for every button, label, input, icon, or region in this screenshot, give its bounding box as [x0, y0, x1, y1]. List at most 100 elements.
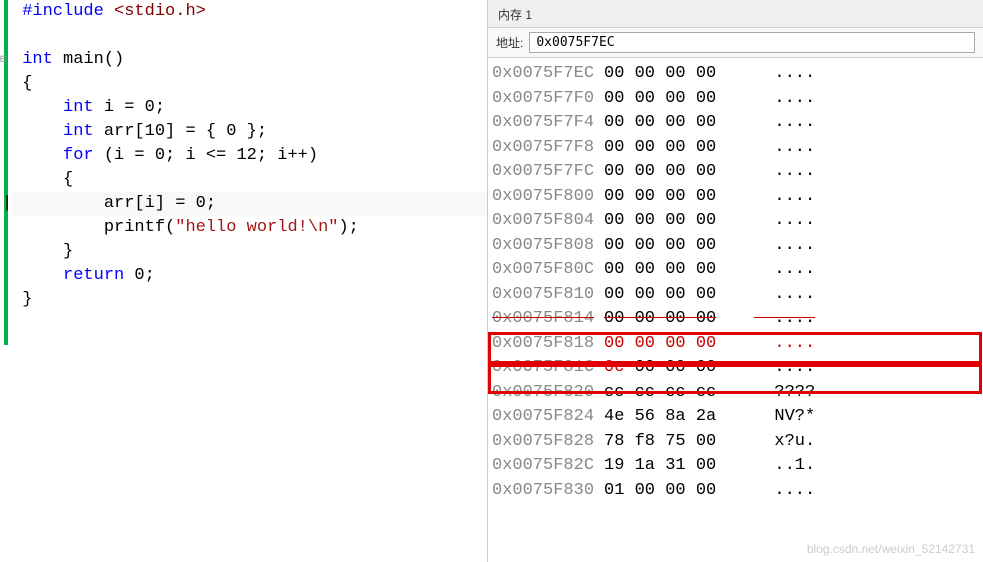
- memory-hex: 00 00 00 00: [604, 160, 754, 185]
- memory-row: 0x0075F814 00 00 00 00 ....: [492, 307, 983, 332]
- memory-row: 0x0075F804 00 00 00 00 ....: [492, 209, 983, 234]
- for-keyword: for: [63, 146, 94, 165]
- memory-address: 0x0075F7EC: [492, 62, 604, 87]
- memory-address: 0x0075F7F4: [492, 111, 604, 136]
- current-line: | arr[i] = 0;: [12, 192, 487, 216]
- memory-hex: 00 00 00 00: [604, 136, 754, 161]
- code-line: {: [12, 168, 487, 192]
- memory-hex: 00 00 00 00: [604, 185, 754, 210]
- memory-row: 0x0075F818 00 00 00 00 ....: [492, 332, 983, 357]
- memory-ascii: ....: [754, 62, 815, 87]
- memory-ascii: NV?*: [754, 405, 815, 430]
- memory-address: 0x0075F80C: [492, 258, 604, 283]
- memory-ascii: ????: [754, 381, 815, 406]
- memory-ascii: ....: [754, 136, 815, 161]
- memory-hex: 00 00 00 00: [604, 111, 754, 136]
- memory-row: 0x0075F82C 19 1a 31 00 ..1.: [492, 454, 983, 479]
- memory-ascii: x?u.: [754, 430, 815, 455]
- memory-hex: 19 1a 31 00: [604, 454, 754, 479]
- memory-ascii: ....: [754, 332, 815, 357]
- memory-address: 0x0075F81C: [492, 356, 604, 381]
- memory-row: 0x0075F80C 00 00 00 00 ....: [492, 258, 983, 283]
- type-keyword: int: [63, 98, 94, 117]
- caret-icon: |: [2, 192, 12, 216]
- memory-body[interactable]: 0x0075F7EC 00 00 00 00 ....0x0075F7F0 00…: [488, 58, 983, 503]
- include-header: <stdio.h>: [114, 2, 206, 21]
- memory-address: 0x0075F804: [492, 209, 604, 234]
- code-line: {: [12, 72, 487, 96]
- code-editor: #include <stdio.h> ⊟ int main() { int i …: [0, 0, 487, 562]
- memory-ascii: ....: [754, 209, 815, 234]
- memory-row: 0x0075F81C 0c 00 00 00 ....: [492, 356, 983, 381]
- memory-ascii: ....: [754, 479, 815, 504]
- memory-ascii: ....: [754, 307, 815, 332]
- memory-hex: 0c 00 00 00: [604, 356, 754, 381]
- memory-row: 0x0075F830 01 00 00 00 ....: [492, 479, 983, 504]
- memory-row: 0x0075F800 00 00 00 00 ....: [492, 185, 983, 210]
- memory-address: 0x0075F82C: [492, 454, 604, 479]
- memory-address: 0x0075F7F8: [492, 136, 604, 161]
- code-line: #include <stdio.h>: [12, 0, 487, 24]
- return-keyword: return: [63, 266, 124, 285]
- memory-address: 0x0075F820: [492, 381, 604, 406]
- code-line: for (i = 0; i <= 12; i++): [12, 144, 487, 168]
- code-line: }: [12, 288, 487, 312]
- memory-row: 0x0075F820 cc cc cc cc ????: [492, 381, 983, 406]
- memory-hex: 78 f8 75 00: [604, 430, 754, 455]
- memory-hex: 00 00 00 00: [604, 209, 754, 234]
- memory-row: 0x0075F7F4 00 00 00 00 ....: [492, 111, 983, 136]
- memory-address: 0x0075F7FC: [492, 160, 604, 185]
- type-keyword: int: [63, 122, 94, 141]
- memory-ascii: ....: [754, 356, 815, 381]
- memory-address: 0x0075F818: [492, 332, 604, 357]
- memory-ascii: ..1.: [754, 454, 815, 479]
- memory-hex: 00 00 00 00: [604, 62, 754, 87]
- memory-hex: 01 00 00 00: [604, 479, 754, 504]
- memory-address: 0x0075F824: [492, 405, 604, 430]
- string-literal: "hello world!\n": [175, 218, 338, 237]
- memory-row: 0x0075F7F0 00 00 00 00 ....: [492, 87, 983, 112]
- type-keyword: int: [22, 50, 53, 69]
- printf-call: printf: [104, 218, 165, 237]
- memory-address: 0x0075F828: [492, 430, 604, 455]
- watermark: blog.csdn.net/weixin_52142731: [807, 542, 975, 556]
- memory-hex: 00 00 00 00: [604, 87, 754, 112]
- memory-address: 0x0075F830: [492, 479, 604, 504]
- code-line: printf("hello world!\n");: [12, 216, 487, 240]
- memory-row: 0x0075F808 00 00 00 00 ....: [492, 234, 983, 259]
- memory-row: 0x0075F824 4e 56 8a 2a NV?*: [492, 405, 983, 430]
- memory-row: 0x0075F810 00 00 00 00 ....: [492, 283, 983, 308]
- memory-ascii: ....: [754, 234, 815, 259]
- memory-hex: 00 00 00 00: [604, 307, 754, 332]
- memory-ascii: ....: [754, 258, 815, 283]
- memory-hex: cc cc cc cc: [604, 381, 754, 406]
- memory-hex: 00 00 00 00: [604, 283, 754, 308]
- memory-row: 0x0075F828 78 f8 75 00 x?u.: [492, 430, 983, 455]
- return-val: 0;: [124, 266, 155, 285]
- code-line: ⊟ int main(): [12, 48, 487, 72]
- memory-panel: 内存 1 地址: 0x0075F7EC 00 00 00 00 ....0x00…: [487, 0, 983, 562]
- memory-ascii: ....: [754, 87, 815, 112]
- address-label: 地址:: [496, 34, 523, 51]
- memory-ascii: ....: [754, 160, 815, 185]
- memory-hex: 00 00 00 00: [604, 234, 754, 259]
- memory-row: 0x0075F7F8 00 00 00 00 ....: [492, 136, 983, 161]
- memory-address: 0x0075F810: [492, 283, 604, 308]
- code-line: [12, 24, 487, 48]
- memory-ascii: ....: [754, 185, 815, 210]
- collapse-icon[interactable]: ⊟: [0, 48, 7, 72]
- for-expr: (i = 0; i <= 12; i++): [94, 146, 318, 165]
- code-line: int i = 0;: [12, 96, 487, 120]
- code-line: int arr[10] = { 0 };: [12, 120, 487, 144]
- memory-address: 0x0075F7F0: [492, 87, 604, 112]
- memory-hex: 4e 56 8a 2a: [604, 405, 754, 430]
- address-input[interactable]: [529, 32, 975, 53]
- include-keyword: #include: [22, 2, 104, 21]
- memory-ascii: ....: [754, 283, 815, 308]
- code-line: }: [12, 240, 487, 264]
- memory-row: 0x0075F7EC 00 00 00 00 ....: [492, 62, 983, 87]
- memory-address: 0x0075F808: [492, 234, 604, 259]
- main-name: main: [63, 50, 104, 69]
- memory-header: 内存 1 地址:: [488, 0, 983, 58]
- memory-row: 0x0075F7FC 00 00 00 00 ....: [492, 160, 983, 185]
